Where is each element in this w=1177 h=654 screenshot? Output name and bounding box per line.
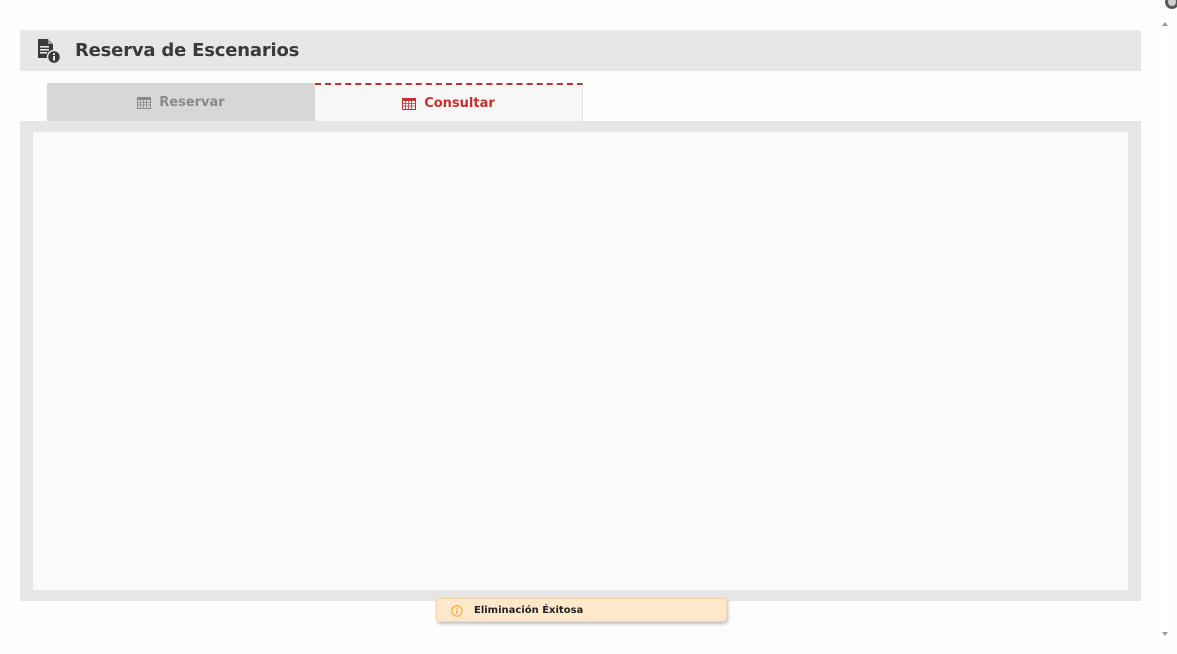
page-title: Reserva de Escenarios [75, 40, 300, 61]
tab-reservar-label: Reservar [159, 94, 225, 110]
content-area [33, 132, 1128, 590]
corner-circle-icon[interactable] [1160, 0, 1177, 13]
info-icon [451, 604, 463, 617]
tab-content-panel [20, 121, 1141, 601]
toast-message: Eliminación Éxitosa [474, 604, 584, 616]
tab-reservar[interactable]: Reservar [47, 83, 315, 121]
tab-bar: Reservar Consultar [47, 83, 583, 121]
page-header: Reserva de Escenarios [20, 30, 1141, 71]
tab-consultar[interactable]: Consultar [315, 83, 583, 121]
tab-consultar-label: Consultar [424, 95, 495, 111]
notification-toast[interactable]: Eliminación Éxitosa [436, 598, 727, 622]
vertical-scrollbar[interactable] [1155, 0, 1177, 654]
scroll-up-arrow-icon[interactable] [1162, 22, 1168, 26]
calendar-icon [137, 96, 152, 109]
calendar-icon [402, 97, 417, 110]
scroll-down-arrow-icon[interactable] [1162, 632, 1168, 636]
scrollbar-track[interactable] [1158, 18, 1172, 638]
document-info-icon [36, 38, 62, 64]
